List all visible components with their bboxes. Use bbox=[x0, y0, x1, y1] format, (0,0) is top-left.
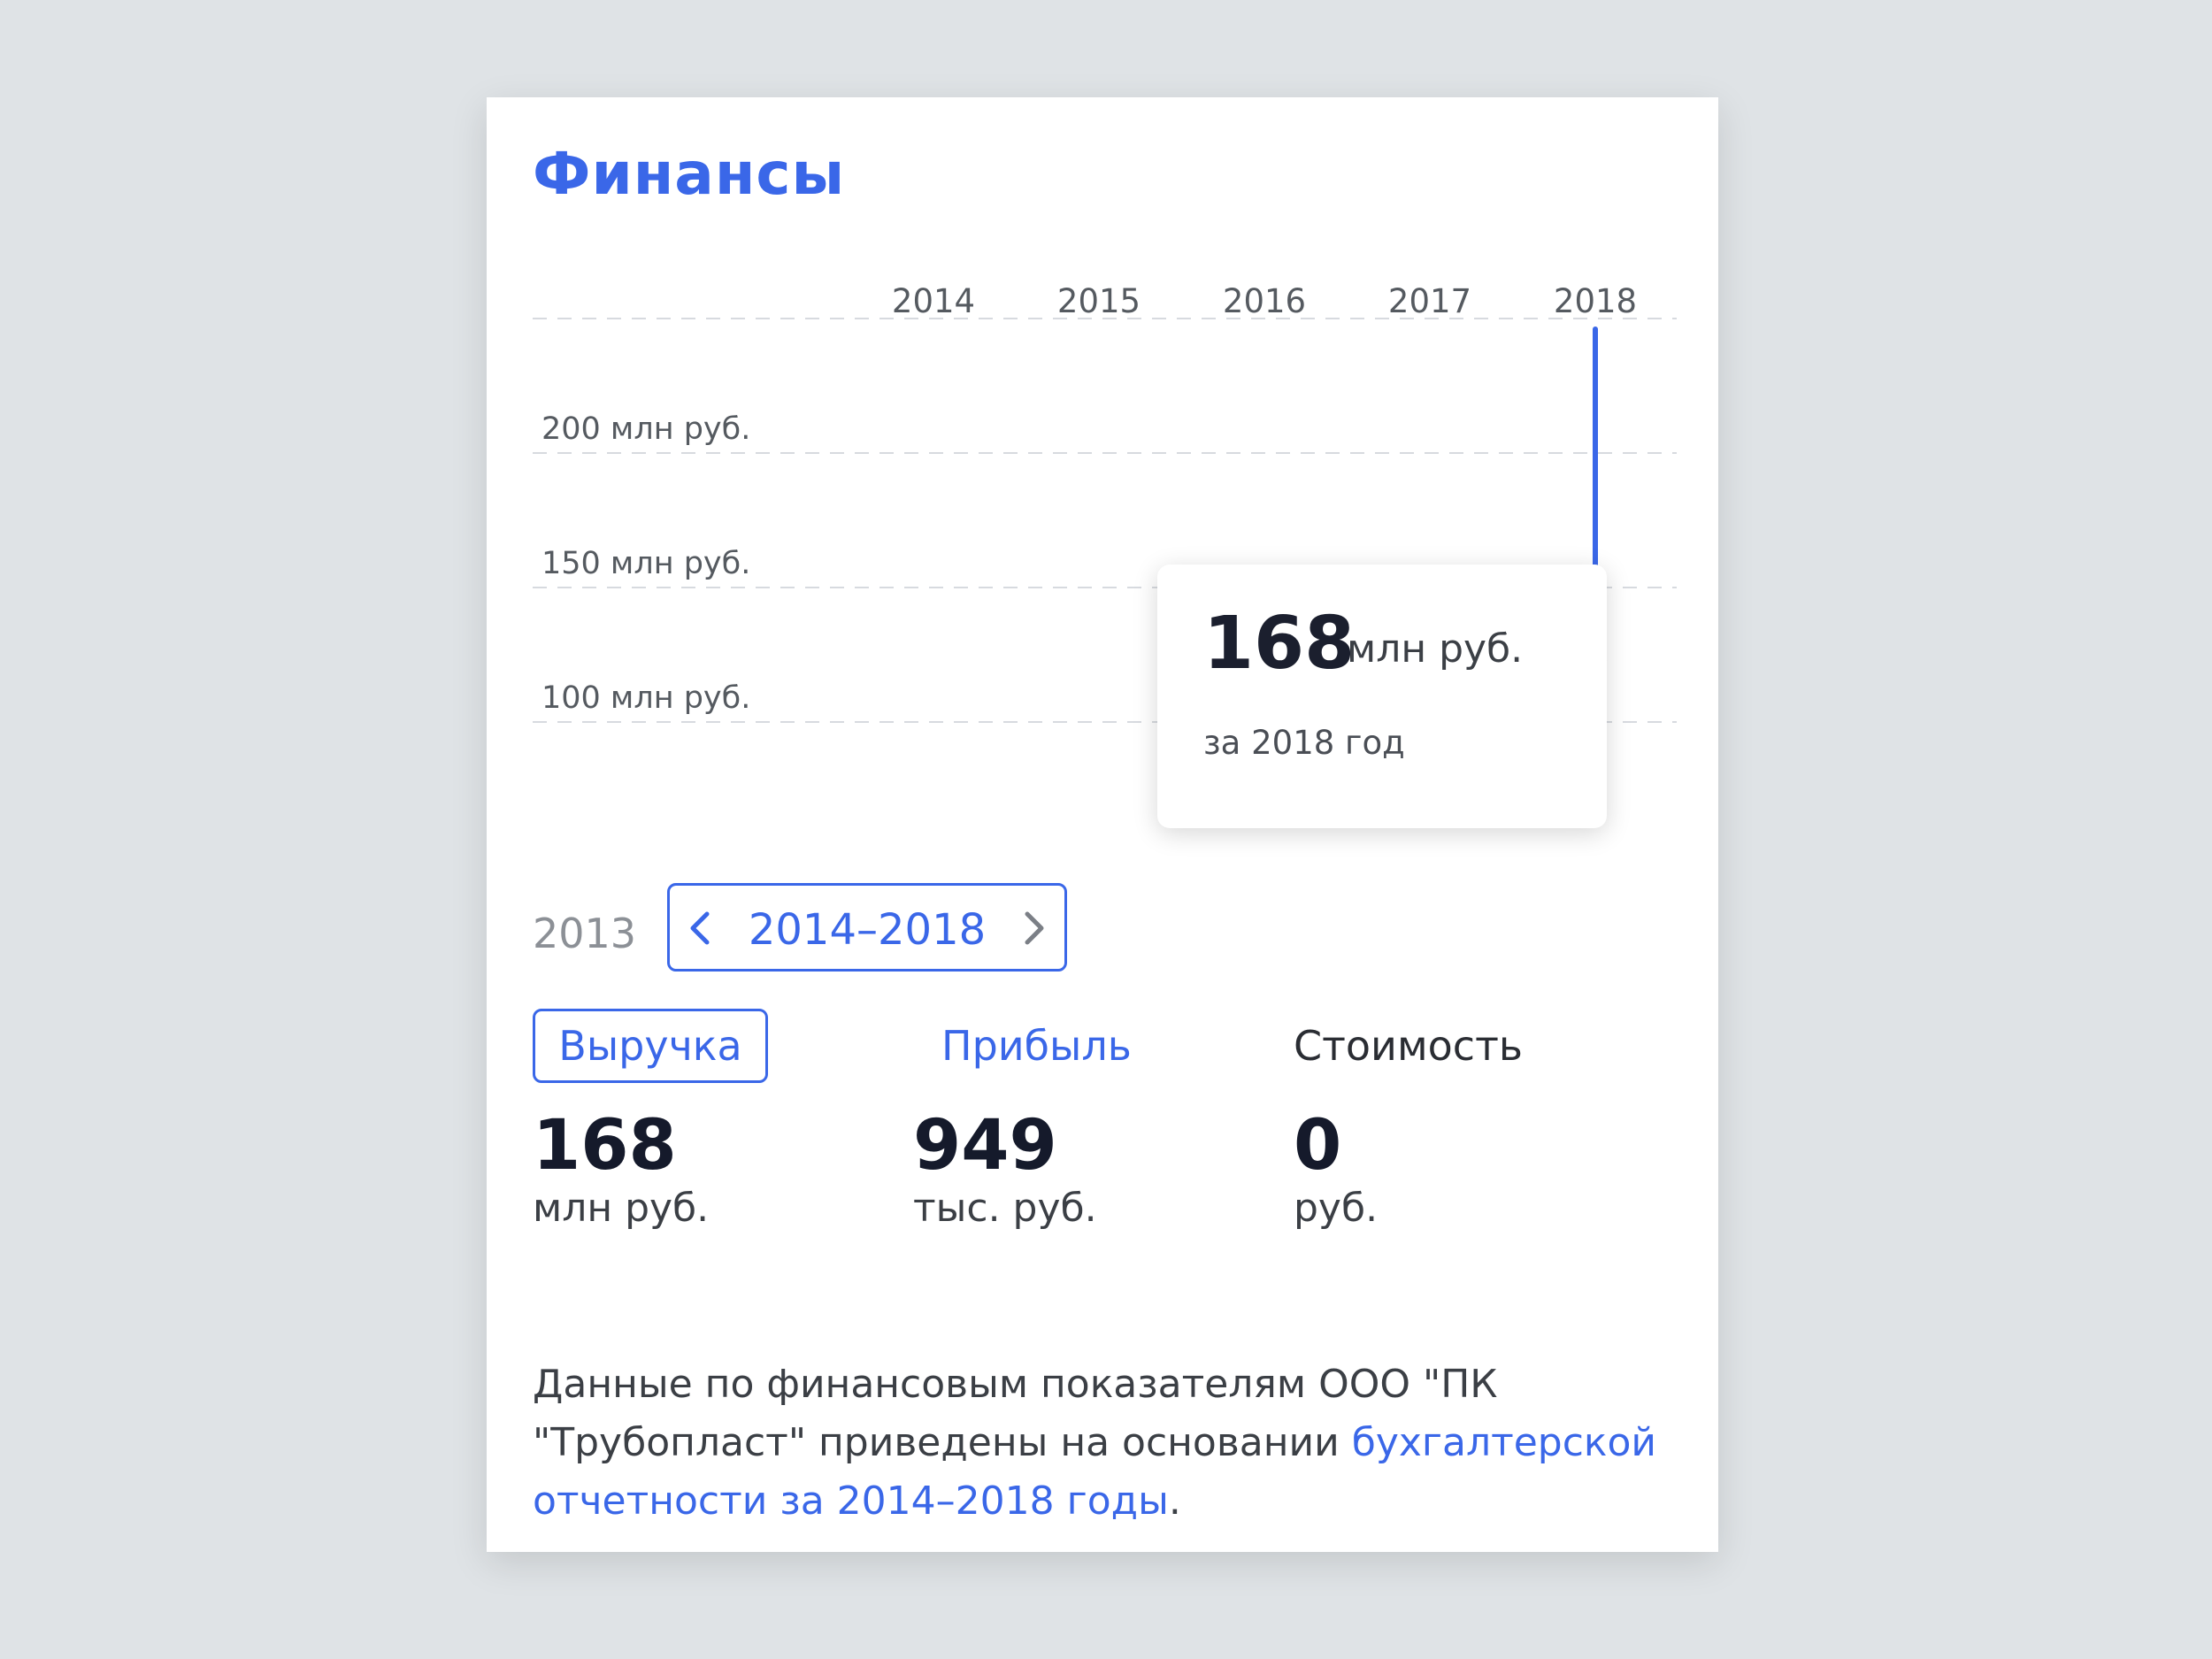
tab-profit[interactable]: Прибыль bbox=[941, 1009, 1132, 1083]
metric-unit: тыс. руб. bbox=[913, 1186, 1097, 1231]
y-axis-labels: 200 млн руб. 150 млн руб. 100 млн руб. bbox=[541, 411, 750, 716]
x-tick-label: 2016 bbox=[1223, 282, 1306, 320]
source-note: Данные по финансовым показателям ООО "ПК… bbox=[533, 1356, 1683, 1531]
x-tick-label: 2017 bbox=[1388, 282, 1471, 320]
period-selector: 2014–2018 bbox=[667, 883, 1067, 972]
source-note-end: . bbox=[1168, 1479, 1181, 1524]
x-axis-labels: 2014 2015 2016 2017 2018 bbox=[892, 282, 1637, 320]
metric-value: 949 bbox=[913, 1106, 1057, 1186]
finance-card: Финансы 2014 2015 2016 2017 2018 200 млн руб… bbox=[487, 97, 1718, 1552]
metric-unit: руб. bbox=[1294, 1186, 1379, 1231]
metric-cost: 0 руб. bbox=[1294, 1106, 1378, 1232]
y-tick-label: 200 млн руб. bbox=[541, 411, 750, 447]
y-tick-label: 150 млн руб. bbox=[541, 546, 750, 581]
x-tick-label: 2015 bbox=[1057, 282, 1141, 320]
metric-unit: млн руб. bbox=[533, 1186, 710, 1231]
tooltip-value: 168 bbox=[1203, 602, 1356, 686]
period-range-label: 2014–2018 bbox=[748, 905, 987, 955]
metric-profit: 949 тыс. руб. bbox=[913, 1106, 1097, 1232]
y-tick-label: 100 млн руб. bbox=[541, 680, 750, 716]
metric-revenue: 168 млн руб. bbox=[533, 1106, 709, 1232]
metric-value: 168 bbox=[533, 1106, 677, 1186]
chart-tooltip: 168 млн руб. за 2018 год bbox=[1157, 565, 1607, 828]
metric-value: 0 bbox=[1294, 1106, 1342, 1186]
previous-year-link[interactable]: 2013 bbox=[533, 910, 636, 957]
chevron-right-icon[interactable] bbox=[1017, 902, 1052, 955]
tab-value[interactable]: Стоимость bbox=[1294, 1009, 1523, 1083]
x-tick-label: 2014 bbox=[892, 282, 975, 320]
tooltip-unit: млн руб. bbox=[1347, 626, 1524, 672]
tab-revenue[interactable]: Выручка bbox=[533, 1009, 768, 1083]
tooltip-period: за 2018 год bbox=[1203, 724, 1405, 762]
x-tick-label: 2018 bbox=[1554, 282, 1637, 320]
